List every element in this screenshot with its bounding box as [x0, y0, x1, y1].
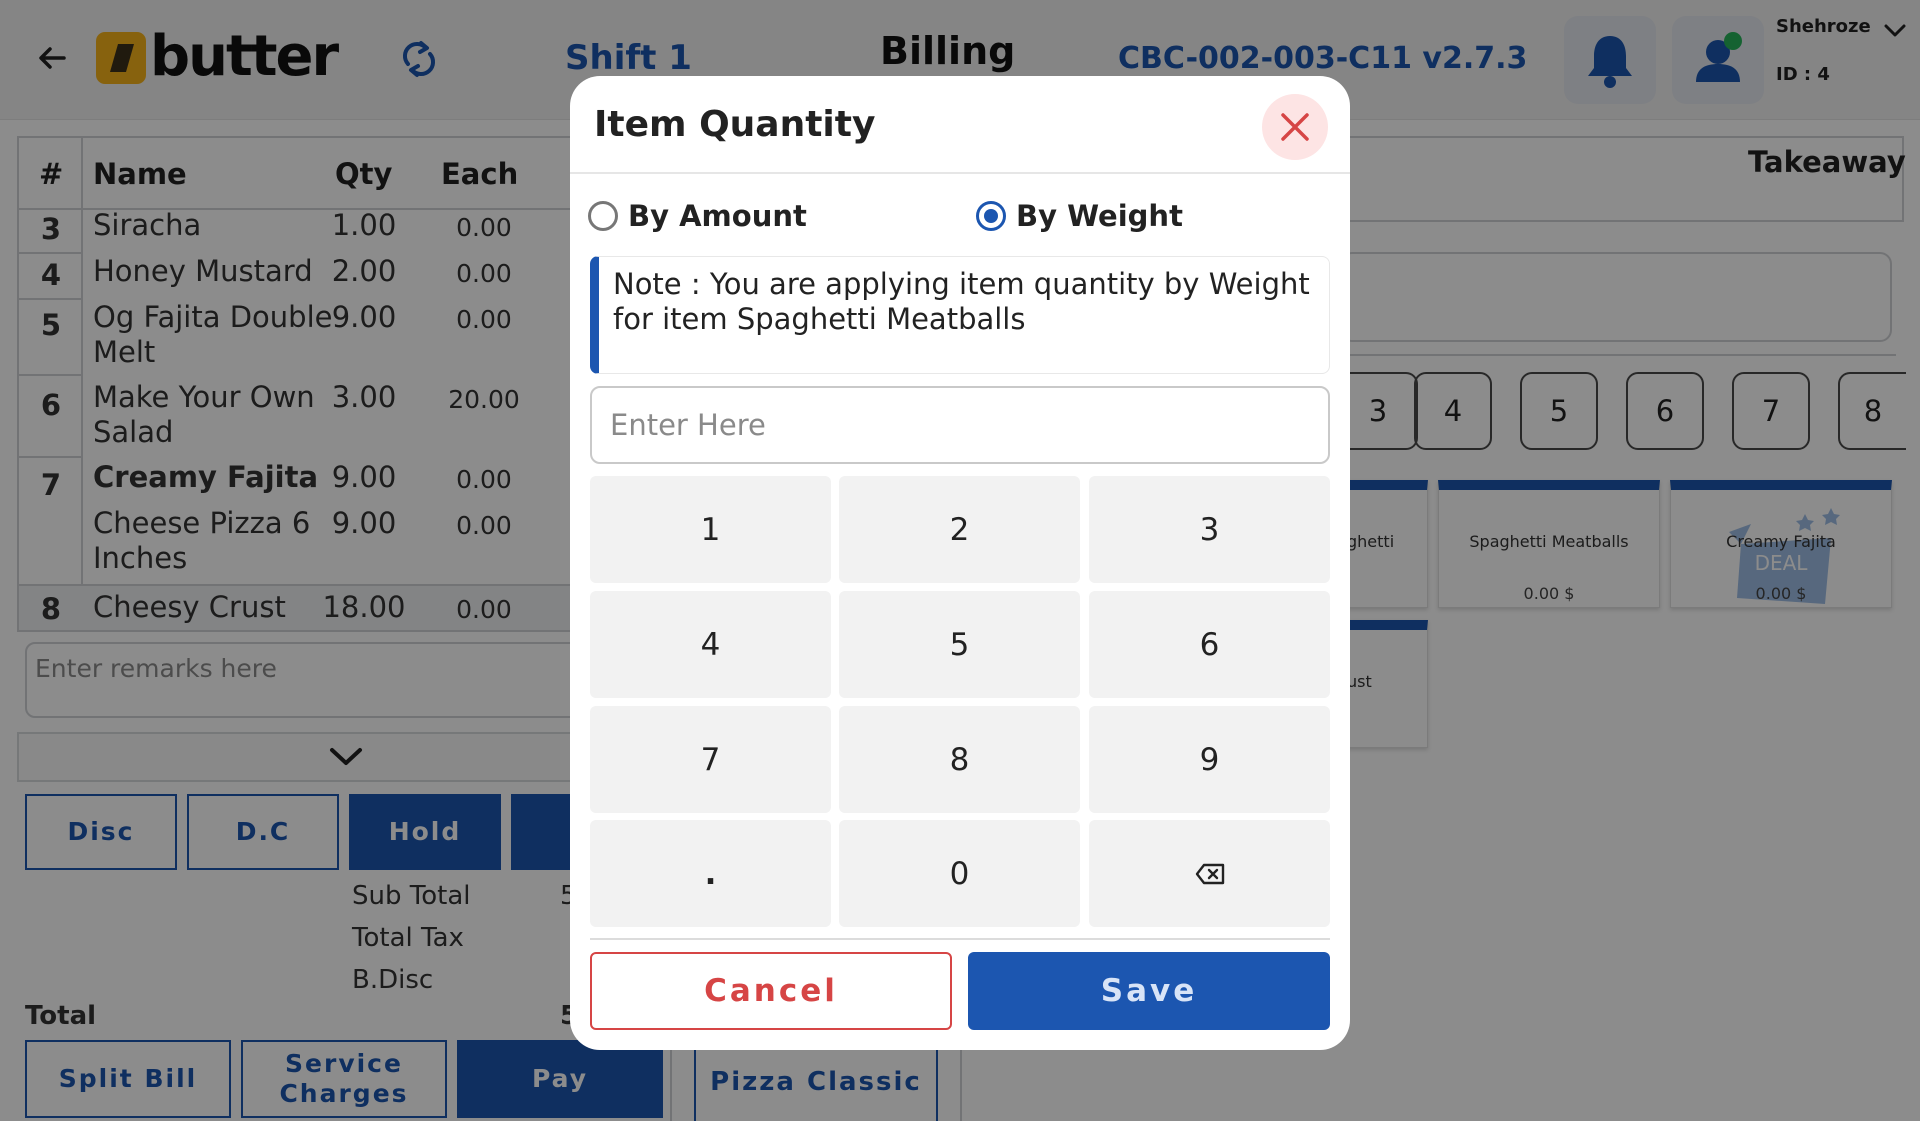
quantity-input[interactable] [590, 386, 1330, 464]
keypad-key-2[interactable]: 2 [839, 476, 1080, 583]
radio-label: By Weight [1016, 199, 1183, 233]
radio-button[interactable] [588, 201, 618, 231]
keypad-key-3[interactable]: 3 [1089, 476, 1330, 583]
radio-label: By Amount [628, 199, 807, 233]
item-quantity-dialog: Item Quantity By Amount By Weight Note :… [570, 76, 1350, 1050]
backspace-icon [1195, 863, 1224, 884]
radio-by-amount[interactable]: By Amount [588, 198, 807, 234]
keypad-key-decimal[interactable]: . [590, 820, 831, 927]
weight-note: Note : You are applying item quantity by… [590, 256, 1330, 374]
keypad-key-8[interactable]: 8 [839, 706, 1080, 813]
keypad-key-9[interactable]: 9 [1089, 706, 1330, 813]
save-button[interactable]: Save [968, 952, 1330, 1030]
keypad-key-5[interactable]: 5 [839, 591, 1080, 698]
dialog-title: Item Quantity [594, 104, 876, 145]
keypad-divider [590, 938, 1330, 940]
close-button[interactable] [1262, 94, 1328, 160]
radio-button-selected[interactable] [976, 201, 1006, 231]
cancel-button[interactable]: Cancel [590, 952, 952, 1030]
close-icon [1281, 113, 1309, 141]
keypad-key-7[interactable]: 7 [590, 706, 831, 813]
keypad-key-4[interactable]: 4 [590, 591, 831, 698]
keypad-key-0[interactable]: 0 [839, 820, 1080, 927]
radio-by-weight[interactable]: By Weight [976, 198, 1183, 234]
dialog-divider [570, 172, 1350, 174]
keypad-key-6[interactable]: 6 [1089, 591, 1330, 698]
keypad-backspace[interactable] [1089, 820, 1330, 927]
keypad-key-1[interactable]: 1 [590, 476, 831, 583]
